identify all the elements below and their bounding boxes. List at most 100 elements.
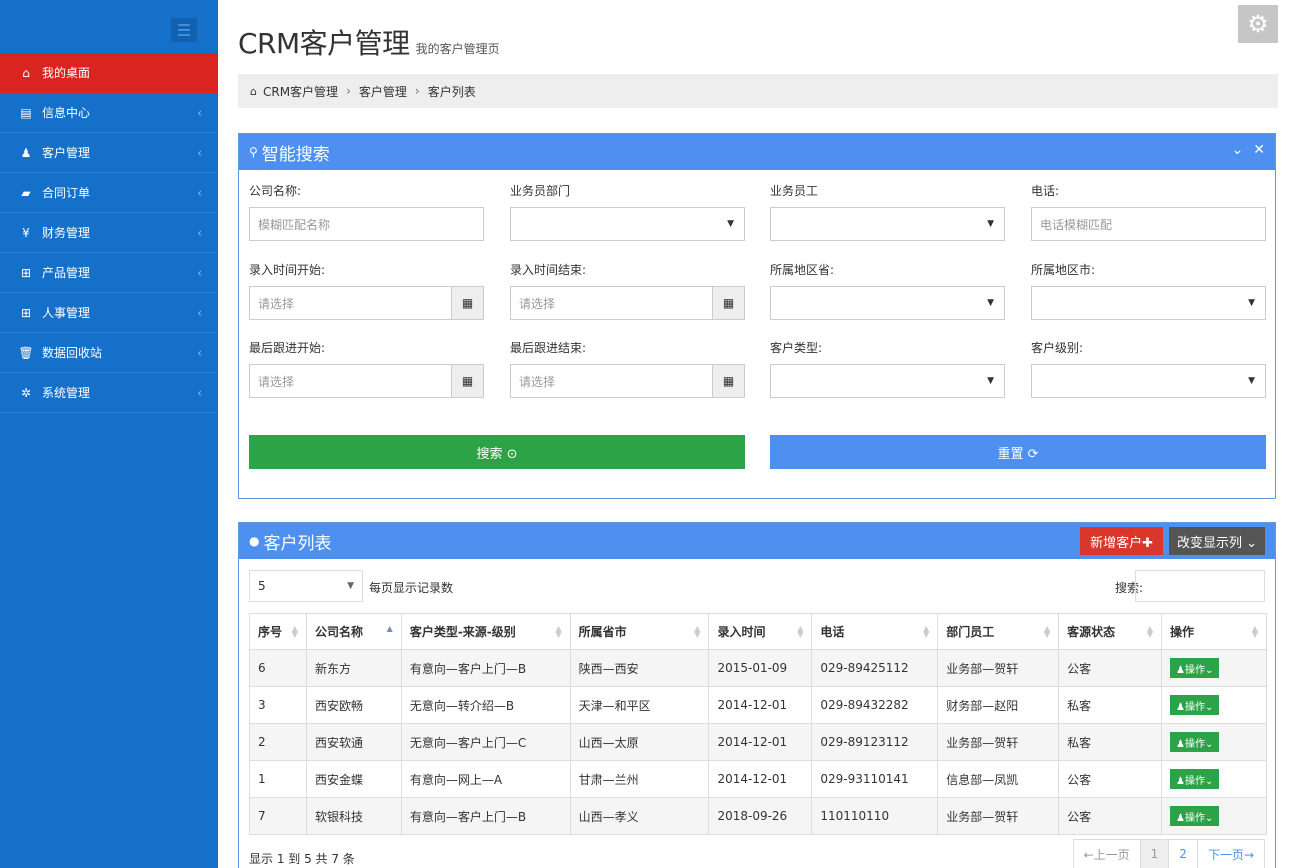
sort-icon: ▲ ▼ <box>1043 624 1051 639</box>
sidebar-item-6[interactable]: ⊞ 人事管理 ‹ <box>0 293 218 333</box>
row-action-button[interactable]: ♟操作⌄ <box>1170 806 1220 826</box>
change-columns-button[interactable]: 改变显示列 ⌄ <box>1168 527 1265 555</box>
table-cell: 029-93110141 <box>811 760 939 798</box>
table-cell: 3 <box>249 686 307 724</box>
sidebar-item-8[interactable]: ✲ 系统管理 ‹ <box>0 373 218 413</box>
reset-button[interactable]: 重置 ⟳ <box>770 435 1266 469</box>
search-panel-header: ⚲ 智能搜索 ⌄ ✕ <box>239 134 1275 170</box>
list-panel-title: 客户列表 <box>263 533 332 554</box>
table-cell: 西安欧畅 <box>305 686 402 724</box>
page-length-select[interactable]: 5 ▼ <box>249 570 363 602</box>
follow-end-input[interactable]: 请选择 ▦ <box>510 364 745 398</box>
entry-end-placeholder: 请选择 <box>519 296 556 311</box>
search-button[interactable]: 搜索 ⊙ <box>249 435 745 469</box>
sidebar-item-2[interactable]: ♟ 客户管理 ‹ <box>0 133 218 173</box>
cust-level-field: 客户级别: ▼ <box>1031 339 1266 398</box>
prev-page-button[interactable]: ←上一页 <box>1074 840 1141 868</box>
province-label: 所属地区省: <box>770 263 835 277</box>
caret-down-icon: ▼ <box>987 219 994 229</box>
sidebar-item-0[interactable]: ⌂ 我的桌面 <box>0 53 218 93</box>
row-action-button[interactable]: ♟操作⌄ <box>1170 732 1220 752</box>
close-icon[interactable]: ✕ <box>1253 142 1265 158</box>
column-header[interactable]: 所属省市 ▲ ▼ <box>569 613 710 650</box>
row-action-button[interactable]: ♟操作⌄ <box>1170 695 1220 715</box>
follow-start-field: 最后跟进开始: 请选择 ▦ <box>249 339 484 398</box>
column-header[interactable]: 客源状态 ▲ ▼ <box>1058 613 1163 650</box>
sidebar-item-label: 合同订单 <box>42 186 91 200</box>
follow-end-placeholder: 请选择 <box>519 374 556 389</box>
home-icon: ⌂ <box>250 84 257 98</box>
follow-start-input[interactable]: 请选择 ▦ <box>249 364 484 398</box>
breadcrumb-item-customer[interactable]: 客户管理 <box>359 83 407 100</box>
user-icon: ♟ <box>20 145 32 160</box>
column-header[interactable]: 录入时间 ▲ ▼ <box>708 613 813 650</box>
table-cell: 无意向—客户上门—C <box>400 723 571 761</box>
table-cell: 7 <box>249 797 307 835</box>
menu-toggle-icon[interactable] <box>171 18 197 42</box>
entry-start-input[interactable]: 请选择 ▦ <box>249 286 484 320</box>
dept-select[interactable]: ▼ <box>510 207 745 241</box>
main-content: CRM客户管理 我的客户管理页 ⚙ ⌂ CRM客户管理 › 客户管理 › 客户列… <box>218 0 1298 868</box>
company-input[interactable]: 模糊匹配名称 <box>249 207 484 241</box>
phone-input[interactable]: 电话模糊匹配 <box>1031 207 1266 241</box>
follow-start-label: 最后跟进开始: <box>249 341 326 355</box>
table-info: 显示 1 到 5 共 7 条 <box>249 852 355 866</box>
column-header-label: 客户类型-来源-级别 <box>409 625 516 639</box>
calendar-icon[interactable]: ▦ <box>712 365 744 397</box>
collapse-icon[interactable]: ⌄ <box>1232 142 1244 158</box>
table-cell: 2014-12-01 <box>708 760 813 798</box>
breadcrumb: ⌂ CRM客户管理 › 客户管理 › 客户列表 <box>238 74 1278 108</box>
column-header[interactable]: 操作 ▲ ▼ <box>1161 613 1267 650</box>
sidebar-item-5[interactable]: ⊞ 产品管理 ‹ <box>0 253 218 293</box>
calendar-icon[interactable]: ▦ <box>712 287 744 319</box>
caret-down-icon: ▼ <box>1248 298 1255 308</box>
pagination: ←上一页 1 2 下一页→ <box>1072 839 1265 868</box>
table-cell: 2015-01-09 <box>708 649 813 687</box>
sidebar-item-7[interactable]: 🗑 数据回收站 ‹ <box>0 333 218 373</box>
table-cell: 西安金蝶 <box>305 760 402 798</box>
cust-type-select[interactable]: ▼ <box>770 364 1005 398</box>
desktop-icon: ▤ <box>20 105 32 120</box>
staff-field: 业务员工 ▼ <box>770 182 1005 241</box>
sidebar-item-4[interactable]: ¥ 财务管理 ‹ <box>0 213 218 253</box>
sidebar-item-label: 系统管理 <box>42 386 91 400</box>
column-header[interactable]: 公司名称 ▲ <box>305 613 402 650</box>
city-select[interactable]: ▼ <box>1031 286 1266 320</box>
province-select[interactable]: ▼ <box>770 286 1005 320</box>
calendar-icon[interactable]: ▦ <box>451 365 483 397</box>
entry-end-input[interactable]: 请选择 ▦ <box>510 286 745 320</box>
calendar-icon[interactable]: ▦ <box>451 287 483 319</box>
cust-level-select[interactable]: ▼ <box>1031 364 1266 398</box>
table-cell: 1 <box>249 760 307 798</box>
staff-select[interactable]: ▼ <box>770 207 1005 241</box>
column-header[interactable]: 部门员工 ▲ ▼ <box>937 613 1060 650</box>
sidebar-item-label: 人事管理 <box>42 306 91 320</box>
table-cell: 私客 <box>1058 723 1163 761</box>
column-header[interactable]: 电话 ▲ ▼ <box>811 613 939 650</box>
column-header[interactable]: 序号 ▲ ▼ <box>249 613 307 650</box>
chevron-left-icon: ‹ <box>197 265 202 280</box>
table-cell: 陕西—西安 <box>569 649 710 687</box>
add-customer-button[interactable]: 新增客户✚ <box>1080 527 1163 555</box>
next-page-button[interactable]: 下一页→ <box>1198 840 1264 868</box>
caret-down-icon: ▼ <box>987 298 994 308</box>
sort-icon: ▲ ▼ <box>923 624 930 639</box>
sidebar-item-1[interactable]: ▤ 信息中心 ‹ <box>0 93 218 133</box>
customer-list-panel: ● 客户列表 新增客户✚ 改变显示列 ⌄ 5 ▼ 每页显示记录数 搜索: 序号 ▲… <box>238 522 1276 868</box>
table-search-input[interactable] <box>1135 570 1265 602</box>
page-2-button[interactable]: 2 <box>1169 840 1198 868</box>
table-cell: 业务部—贺轩 <box>937 797 1060 835</box>
table-cell: 2018-09-26 <box>708 797 813 835</box>
sidebar-item-3[interactable]: ▰ 合同订单 ‹ <box>0 173 218 213</box>
row-action-button[interactable]: ♟操作⌄ <box>1170 769 1220 789</box>
chevron-left-icon: ‹ <box>197 185 202 200</box>
search-panel: ⚲ 智能搜索 ⌄ ✕ 公司名称: 模糊匹配名称 业务员部门 ▼ 业务员工 ▼ 电… <box>238 133 1276 499</box>
breadcrumb-item-list: 客户列表 <box>427 84 476 99</box>
breadcrumb-item-crm[interactable]: CRM客户管理 <box>263 83 338 100</box>
page-1-button[interactable]: 1 <box>1140 840 1170 868</box>
caret-down-icon: ▼ <box>987 376 994 386</box>
column-header[interactable]: 客户类型-来源-级别 ▲ ▼ <box>400 613 571 650</box>
row-action-button[interactable]: ♟操作⌄ <box>1170 658 1220 678</box>
table-row: 3 西安欧畅 无意向—转介绍—B 天津—和平区 2014-12-01 029-894322… <box>249 686 1267 724</box>
gear-icon[interactable]: ⚙ <box>1238 5 1278 43</box>
